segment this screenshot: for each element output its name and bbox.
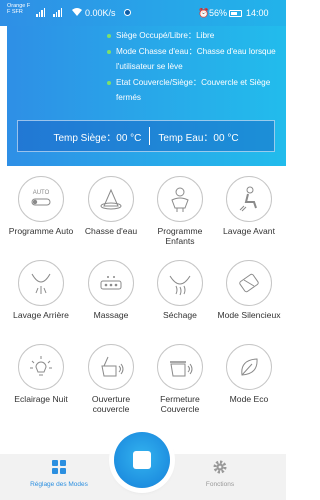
rear-wash-icon bbox=[31, 273, 51, 294]
wifi-icon bbox=[72, 8, 82, 16]
stop-icon bbox=[133, 451, 151, 469]
network-speed: 0.00K/s bbox=[85, 8, 116, 18]
child-icon bbox=[171, 187, 189, 212]
carrier-name: Orange F F SFR bbox=[7, 3, 31, 15]
drying-icon bbox=[169, 275, 191, 296]
water-cone-icon bbox=[100, 188, 122, 210]
status-list: Siège Occupé/Libre：Libre Mode Chasse d'e… bbox=[107, 28, 277, 106]
auto-toggle-icon: AUTO bbox=[31, 190, 51, 206]
mode-label: Massage bbox=[93, 310, 129, 320]
status-flush-mode: Mode Chasse d'eau：Chasse d'eau lorsque l… bbox=[107, 44, 277, 75]
mode-massage-button[interactable]: Massage bbox=[75, 260, 147, 320]
mode-night-light-button[interactable]: Eclairage Nuit bbox=[5, 344, 77, 404]
mode-drying-button[interactable]: Séchage bbox=[144, 260, 216, 320]
lid-close-icon bbox=[170, 361, 193, 377]
mode-children-button[interactable]: Programme Enfants bbox=[144, 176, 216, 246]
mode-lid-close-button[interactable]: Fermeture Couvercle bbox=[144, 344, 216, 414]
grid-icon bbox=[52, 460, 66, 474]
shield-icon bbox=[124, 9, 131, 16]
nav-functions-label: Fonctions bbox=[205, 481, 235, 488]
lid-open-icon bbox=[101, 356, 124, 377]
clock: 14:00 bbox=[246, 8, 269, 18]
signal-icon bbox=[36, 8, 46, 17]
mode-label: Programme Auto bbox=[8, 226, 74, 236]
battery-percent: 56% bbox=[209, 8, 228, 18]
mode-lid-open-button[interactable]: Ouverture couvercle bbox=[75, 344, 147, 414]
nav-functions-tab[interactable]: Fonctions bbox=[180, 459, 260, 488]
mode-silent-button[interactable]: Mode Silencieux bbox=[213, 260, 285, 320]
status-lid-seat: Etat Couvercle/Siège：Couvercle et Siège … bbox=[107, 75, 277, 106]
mode-label: Ouverture couvercle bbox=[91, 394, 131, 414]
mode-label: Lavage Arrière bbox=[13, 310, 69, 320]
signal-icon-2 bbox=[53, 8, 63, 17]
mode-front-wash-button[interactable]: Lavage Avant bbox=[213, 176, 285, 236]
stop-button[interactable] bbox=[114, 432, 170, 488]
mode-label: Programme Enfants bbox=[157, 226, 203, 246]
status-bar: Orange F F SFR 0.00K/s ⏰ 56% 14:00 bbox=[0, 0, 286, 26]
front-wash-icon bbox=[239, 186, 257, 212]
nav-modes-label: Réglage des Modes bbox=[30, 481, 88, 488]
temperature-box: Temp Siège：00 °C Temp Eau：00 °C bbox=[17, 120, 275, 152]
mode-auto-button[interactable]: AUTO Programme Auto bbox=[5, 176, 77, 236]
silent-mode-icon bbox=[239, 273, 259, 293]
night-light-icon bbox=[30, 356, 52, 376]
mode-label: Mode Silencieux bbox=[217, 310, 281, 320]
gear-icon bbox=[213, 460, 227, 474]
battery-icon bbox=[229, 10, 242, 17]
status-occupancy: Siège Occupé/Libre：Libre bbox=[107, 28, 277, 44]
massage-icon bbox=[100, 276, 122, 290]
mode-label: Mode Eco bbox=[229, 394, 269, 404]
mode-rear-wash-button[interactable]: Lavage Arrière bbox=[5, 260, 77, 320]
mode-label: Chasse d'eau bbox=[84, 226, 138, 236]
nav-modes-tab[interactable]: Réglage des Modes bbox=[19, 459, 99, 488]
seat-temperature: Temp Siège：00 °C bbox=[53, 132, 142, 144]
mode-label: Séchage bbox=[163, 310, 197, 320]
mode-flush-button[interactable]: Chasse d'eau bbox=[75, 176, 147, 236]
svg-text:AUTO: AUTO bbox=[33, 190, 50, 196]
alarm-icon: ⏰ bbox=[198, 8, 210, 18]
mode-label: Lavage Avant bbox=[223, 226, 275, 236]
eco-leaf-icon bbox=[241, 358, 258, 376]
mode-eco-button[interactable]: Mode Eco bbox=[213, 344, 285, 404]
water-temperature: Temp Eau：00 °C bbox=[158, 132, 239, 144]
mode-label: Eclairage Nuit bbox=[14, 394, 68, 404]
mode-label: Fermeture Couvercle bbox=[160, 394, 200, 414]
status-panel: Siège Occupé/Libre：Libre Mode Chasse d'e… bbox=[7, 26, 286, 166]
